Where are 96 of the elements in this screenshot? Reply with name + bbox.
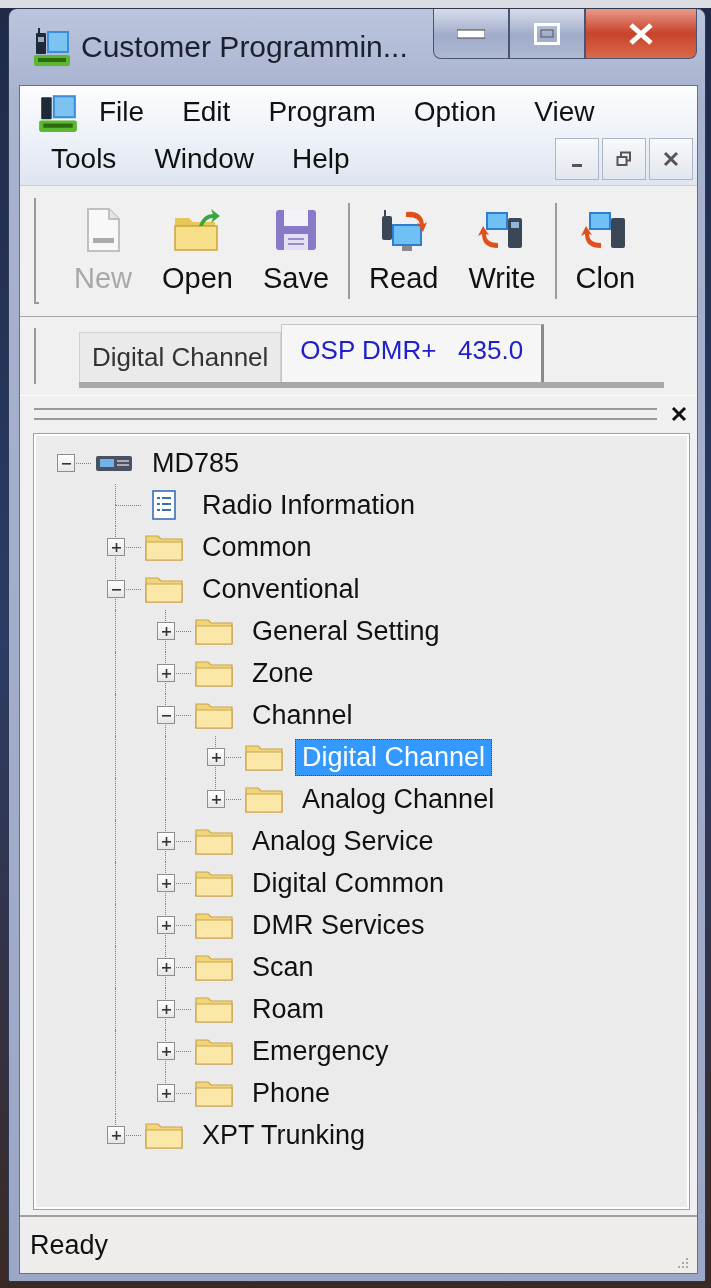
plus-icon <box>160 667 172 679</box>
close-icon <box>671 406 687 422</box>
plus-icon <box>110 541 122 553</box>
folder-icon <box>173 207 222 252</box>
toolbar-button[interactable]: Read <box>354 207 454 295</box>
plus-icon <box>160 1003 172 1015</box>
folder-icon <box>245 743 283 771</box>
expand-toggle[interactable] <box>157 664 175 682</box>
folder-icon <box>195 827 233 855</box>
plus-icon <box>160 961 172 973</box>
folder-icon <box>195 995 233 1023</box>
plus-icon <box>160 1087 172 1099</box>
window-title: Customer Programmin... <box>81 30 408 64</box>
plus-icon <box>110 1129 122 1141</box>
close-icon <box>663 151 679 168</box>
folder-icon <box>195 617 233 645</box>
tree-item[interactable]: Analog Service <box>245 822 441 860</box>
folder-icon <box>195 701 233 729</box>
tree-item[interactable]: General Setting <box>245 612 447 650</box>
document-tab[interactable]: OSP DMR+ 435.0 <box>281 324 545 382</box>
expand-toggle[interactable] <box>107 1126 125 1144</box>
maximize-icon <box>534 22 560 45</box>
toolbar-button[interactable]: Save <box>247 207 345 295</box>
tree-item[interactable]: Zone <box>245 654 321 692</box>
menu-item[interactable]: Program <box>249 91 395 132</box>
toolbar-button[interactable]: Open <box>147 207 248 295</box>
tree-item[interactable]: Analog Channel <box>295 780 502 818</box>
minimize-icon <box>572 163 582 167</box>
expand-toggle[interactable] <box>57 454 75 472</box>
toolbar-button[interactable]: Write <box>453 207 551 295</box>
document-tab[interactable]: Digital Channel <box>79 332 282 382</box>
expand-toggle[interactable] <box>157 874 175 892</box>
folder-icon <box>195 659 233 687</box>
menu-item[interactable]: Tools <box>32 139 136 180</box>
plus-icon <box>160 625 172 637</box>
maximize-button[interactable] <box>509 9 585 59</box>
menu-item[interactable]: View <box>515 91 614 132</box>
tree-item[interactable]: Channel <box>245 696 360 734</box>
minimize-button[interactable] <box>433 9 509 59</box>
menu-item[interactable]: Edit <box>163 91 250 132</box>
tree-item[interactable]: Emergency <box>245 1032 396 1070</box>
plus-icon <box>160 877 172 889</box>
radio-icon <box>95 453 133 473</box>
expand-toggle[interactable] <box>157 916 175 934</box>
folder-icon <box>195 1037 233 1065</box>
expand-toggle[interactable] <box>107 538 125 556</box>
expand-toggle[interactable] <box>157 706 175 724</box>
folder-icon <box>145 575 183 603</box>
tree-item[interactable]: Digital Common <box>245 864 452 902</box>
tree-item[interactable]: MD785 <box>145 444 247 482</box>
tree-item[interactable]: Common <box>195 528 319 566</box>
tree-item[interactable]: Phone <box>245 1074 338 1112</box>
tree-item[interactable]: XPT Trunking <box>195 1116 373 1154</box>
expand-toggle[interactable] <box>157 958 175 976</box>
document-icon <box>85 207 121 252</box>
toolbar-button[interactable]: Clon <box>560 207 651 295</box>
plus-icon <box>160 1045 172 1057</box>
tree-item[interactable]: Conventional <box>195 570 367 608</box>
expand-toggle[interactable] <box>157 1084 175 1102</box>
restore-button[interactable] <box>602 138 646 181</box>
tree-item[interactable]: Roam <box>245 990 332 1028</box>
folder-icon <box>245 785 283 813</box>
tree-item[interactable]: DMR Services <box>245 906 432 944</box>
resize-grip-icon <box>675 1255 689 1269</box>
app-icon <box>33 27 71 67</box>
folder-icon <box>195 869 233 897</box>
menu-item[interactable]: Window <box>135 139 273 180</box>
expand-toggle[interactable] <box>207 790 225 808</box>
status-text: Ready <box>30 1229 109 1261</box>
folder-icon <box>145 1121 183 1149</box>
expand-toggle[interactable] <box>107 580 125 598</box>
close-button[interactable] <box>585 9 697 59</box>
radio-computer-icon <box>379 207 428 252</box>
expand-toggle[interactable] <box>157 1000 175 1018</box>
close-icon <box>627 21 655 46</box>
restore-icon <box>616 151 632 168</box>
close-button[interactable] <box>671 406 687 422</box>
minimize-icon <box>457 28 485 39</box>
tree-item[interactable]: Radio Information <box>195 486 423 524</box>
plus-icon <box>160 835 172 847</box>
folder-icon <box>195 1079 233 1107</box>
expand-toggle[interactable] <box>157 832 175 850</box>
menu-item[interactable]: Option <box>394 91 516 132</box>
plus-icon <box>160 919 172 931</box>
expand-toggle[interactable] <box>157 1042 175 1060</box>
folder-icon <box>195 953 233 981</box>
plus-icon <box>210 793 222 805</box>
tree-item[interactable]: Scan <box>245 948 321 986</box>
folder-icon <box>145 533 183 561</box>
close-button[interactable] <box>649 138 693 181</box>
expand-toggle[interactable] <box>157 622 175 640</box>
folder-icon <box>195 911 233 939</box>
expand-toggle[interactable] <box>207 748 225 766</box>
menu-item[interactable]: Help <box>272 139 369 180</box>
menu-item[interactable]: File <box>80 91 164 132</box>
plus-icon <box>210 751 222 763</box>
